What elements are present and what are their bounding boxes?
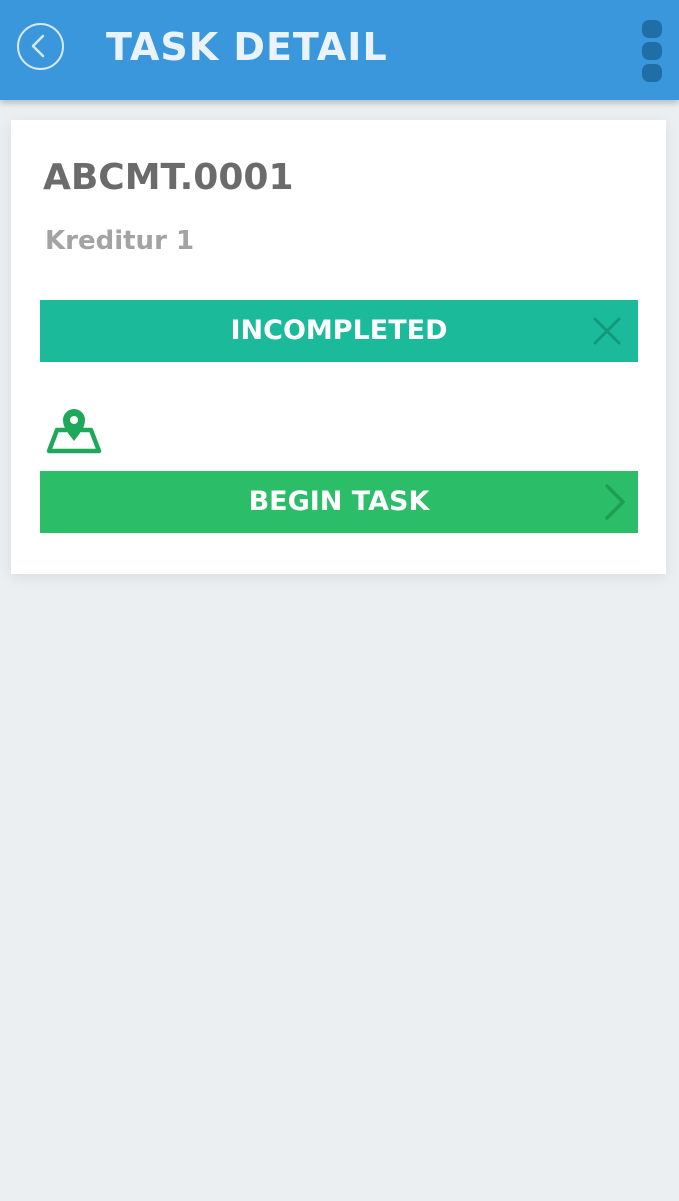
app-bar: TASK DETAIL — [0, 0, 679, 100]
menu-dot — [642, 42, 662, 60]
begin-task-label: BEGIN TASK — [248, 486, 430, 517]
chevron-right-icon — [605, 484, 625, 520]
map-pin-icon[interactable] — [45, 406, 103, 454]
back-button[interactable] — [17, 23, 64, 70]
more-vertical-icon[interactable] — [640, 18, 664, 84]
chevron-left-icon — [31, 34, 45, 58]
status-badge: INCOMPLETED — [40, 300, 638, 362]
task-card: ABCMT.0001 Kreditur 1 INCOMPLETED BEGIN … — [11, 120, 666, 574]
menu-dot — [642, 64, 662, 82]
page-title: TASK DETAIL — [106, 25, 388, 69]
task-detail-screen: TASK DETAIL ABCMT.0001 Kreditur 1 INCOMP… — [0, 0, 679, 1201]
task-code: ABCMT.0001 — [43, 157, 294, 198]
close-icon[interactable] — [592, 316, 622, 346]
begin-task-button[interactable]: BEGIN TASK — [40, 471, 638, 533]
status-label: INCOMPLETED — [230, 315, 448, 346]
task-subtitle: Kreditur 1 — [45, 226, 195, 256]
menu-dot — [642, 20, 662, 38]
